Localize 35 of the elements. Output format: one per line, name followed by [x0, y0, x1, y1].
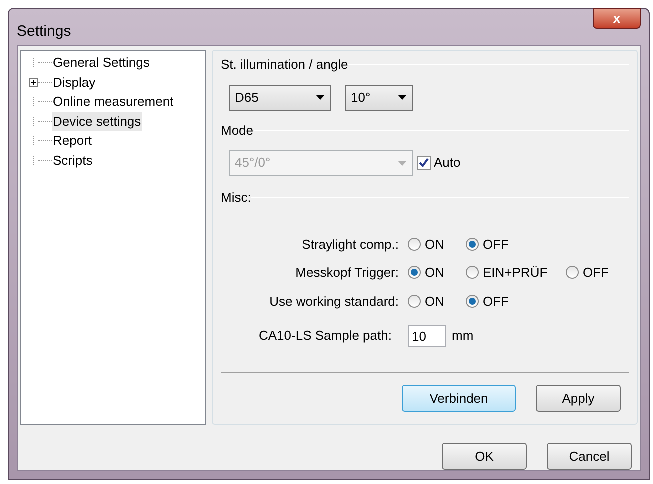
tree-item[interactable]: Scripts — [52, 150, 94, 170]
tree-item[interactable]: Report — [52, 131, 94, 150]
radio-option[interactable]: OFF — [566, 263, 624, 282]
caret-icon — [398, 160, 407, 166]
button[interactable]: OK — [442, 443, 527, 470]
button[interactable]: Verbinden — [402, 385, 516, 412]
checkmark-icon — [419, 158, 429, 168]
option-label: Straylight comp.: — [301, 236, 399, 254]
radio-option[interactable]: ON — [408, 292, 466, 311]
group-title: Misc: — [221, 189, 252, 207]
button[interactable]: Apply — [536, 385, 621, 412]
radio-option[interactable]: ON — [408, 263, 466, 282]
tree-item[interactable]: Online measurement — [52, 92, 175, 112]
tree-item[interactable]: General Settings — [52, 53, 151, 72]
sample-path-field[interactable]: 10 — [408, 325, 446, 347]
group-title: St. illumination / angle — [221, 56, 348, 74]
button[interactable]: Cancel — [547, 443, 632, 470]
radio-option[interactable]: OFF — [466, 234, 566, 254]
group-title: Mode — [221, 122, 254, 140]
caret-icon — [316, 95, 325, 100]
dropdown[interactable]: 10° — [345, 84, 413, 110]
plus-icon[interactable] — [29, 78, 38, 87]
radio-option[interactable]: EIN+PRÜF — [466, 263, 566, 282]
caret-icon — [398, 95, 407, 100]
option-label: Use working standard: — [268, 292, 399, 311]
sample-path-label: CA10-LS Sample path: — [258, 327, 393, 346]
radio-option[interactable]: ON — [408, 234, 466, 254]
tree-item[interactable]: Display — [52, 72, 97, 92]
auto-checkbox[interactable]: Auto — [417, 153, 461, 173]
window-title: Settings — [17, 22, 72, 42]
option-label: Messkopf Trigger: — [294, 264, 399, 282]
radio-option[interactable]: OFF — [466, 292, 566, 311]
dropdown[interactable]: D65 — [229, 84, 331, 110]
unit-label: mm — [452, 327, 474, 346]
tree-item[interactable]: Device settings — [52, 112, 142, 131]
